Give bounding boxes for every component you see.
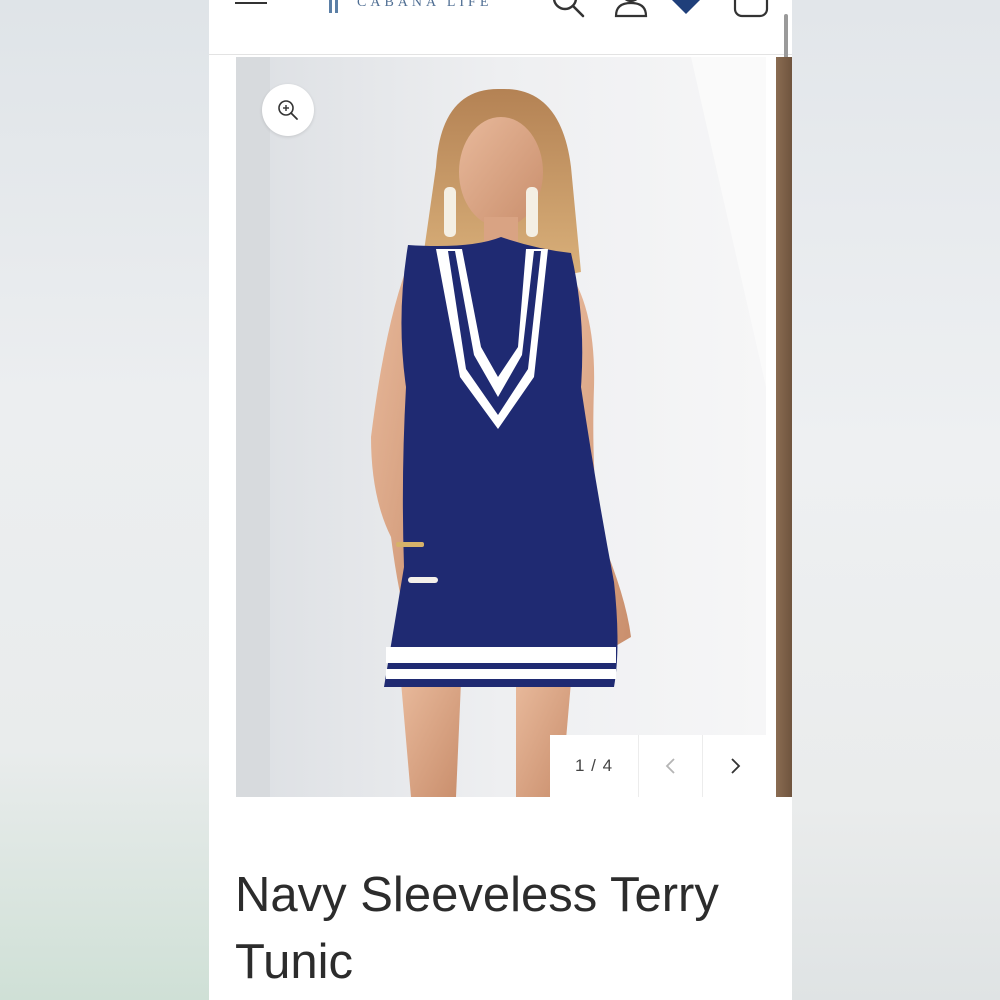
search-icon[interactable] [549,0,589,20]
brand-logo[interactable]: CABANA LIFE [329,0,492,15]
product-photo [236,57,766,797]
site-header: CABANA LIFE [209,0,792,62]
mobile-product-page: CABANA LIFE 1 / 4 Navy Sleeveless Terry … [209,0,792,1000]
heart-icon[interactable] [667,0,705,20]
next-slide-peek[interactable] [776,57,792,797]
background-left [0,0,210,1000]
zoom-in-icon [278,100,298,120]
background-right [792,0,1000,1000]
gallery-counter: 1 / 4 [550,735,639,797]
shopping-bag-icon[interactable] [731,0,771,20]
hamburger-menu-icon[interactable] [235,0,269,16]
logo-mark-icon [329,0,349,13]
chevron-left-icon [665,758,675,774]
product-title: Navy Sleeveless Terry Tunic [235,868,719,989]
account-icon[interactable] [613,0,649,20]
logo-text: CABANA LIFE [357,0,493,10]
gallery-next-button[interactable] [703,735,766,797]
gallery-prev-button[interactable] [639,735,703,797]
product-image-gallery[interactable]: 1 / 4 [236,57,766,797]
chevron-right-icon [730,758,740,774]
gallery-pager: 1 / 4 [550,735,766,797]
zoom-button[interactable] [262,84,314,136]
page-scrollbar[interactable] [784,14,788,62]
